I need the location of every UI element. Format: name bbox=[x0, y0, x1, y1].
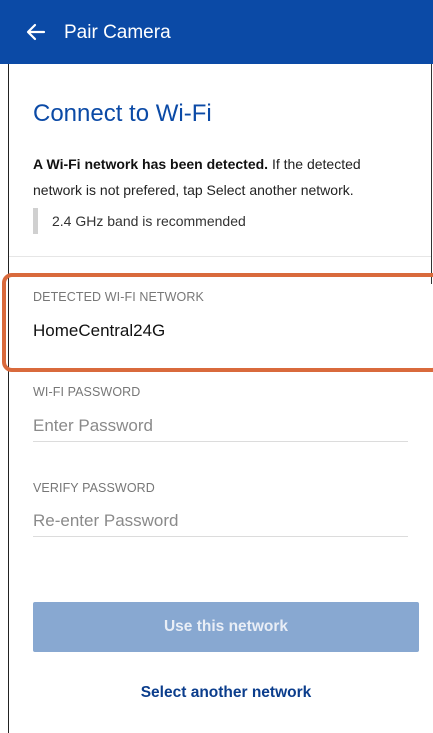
verify-password-input[interactable] bbox=[33, 506, 408, 537]
arrow-left-icon[interactable] bbox=[24, 20, 48, 44]
page-title: Pair Camera bbox=[64, 22, 171, 43]
pair-camera-screen: Pair Camera Connect to Wi-Fi A Wi-Fi net… bbox=[0, 0, 433, 733]
password-input[interactable] bbox=[33, 411, 408, 442]
description-text: A Wi-Fi network has been detected. If th… bbox=[33, 151, 413, 203]
detected-network-value: HomeCentral24G bbox=[33, 321, 166, 340]
detected-network-label: DETECTED WI-FI NETWORK bbox=[33, 290, 204, 304]
section-heading: Connect to Wi-Fi bbox=[33, 100, 212, 127]
app-header: Pair Camera bbox=[0, 0, 433, 64]
left-border bbox=[8, 64, 9, 733]
band-recommendation-note: 2.4 GHz band is recommended bbox=[33, 208, 246, 234]
verify-password-label: VERIFY PASSWORD bbox=[33, 481, 155, 495]
password-label: WI-FI PASSWORD bbox=[33, 385, 141, 399]
right-border bbox=[431, 64, 432, 284]
select-another-network-link[interactable]: Select another network bbox=[33, 680, 419, 706]
description-bold: A Wi-Fi network has been detected. bbox=[33, 156, 269, 172]
use-this-network-button[interactable]: Use this network bbox=[33, 602, 419, 652]
section-divider bbox=[9, 256, 431, 257]
